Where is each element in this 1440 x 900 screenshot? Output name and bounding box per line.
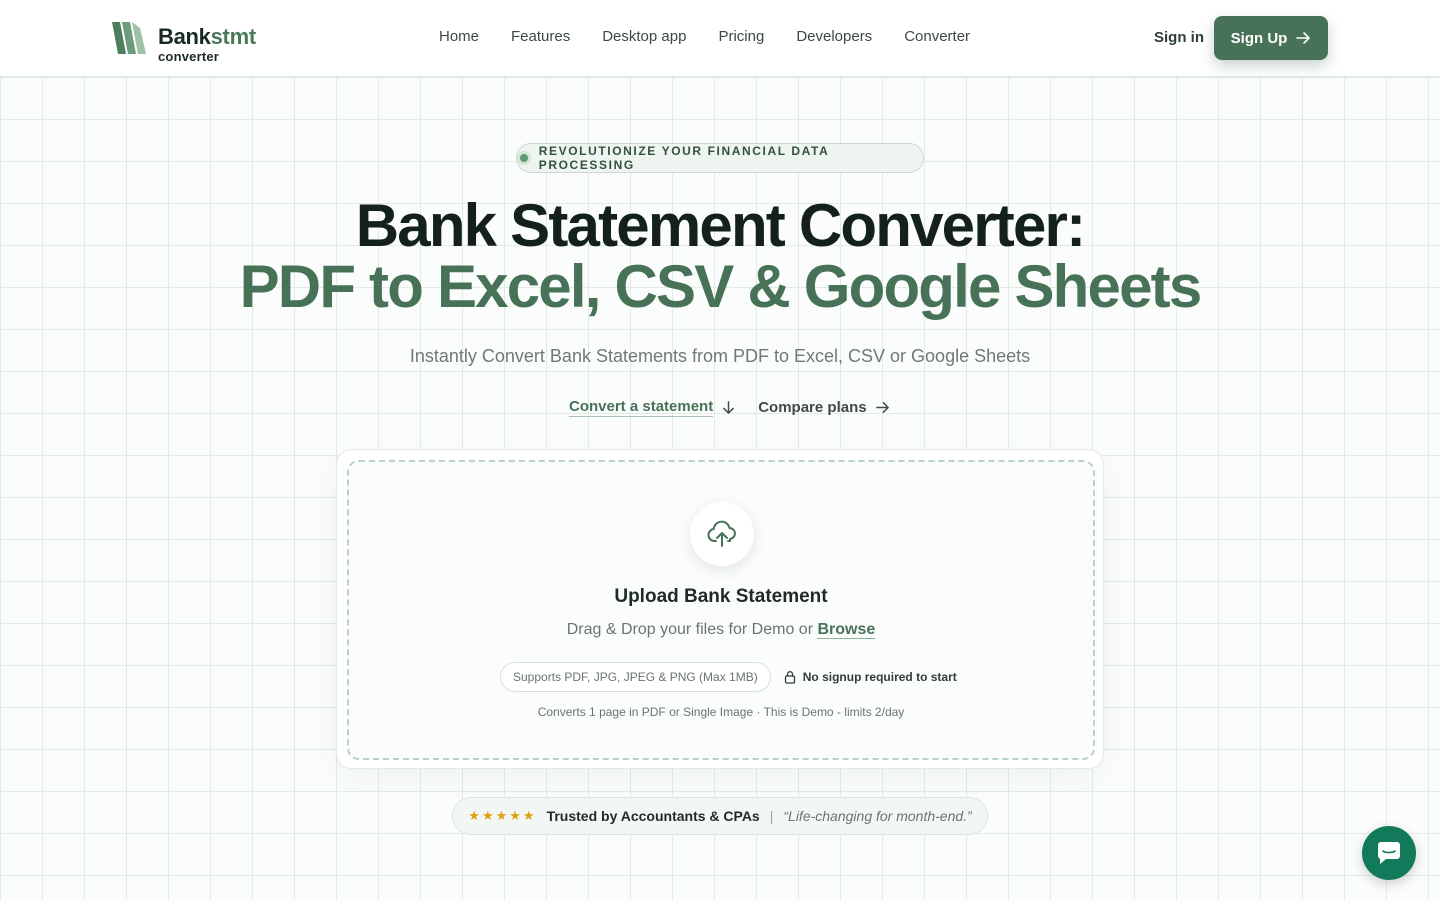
logo-wordmark: Bankstmt: [158, 24, 256, 49]
upload-info-row: Supports PDF, JPG, JPEG & PNG (Max 1MB) …: [500, 662, 957, 692]
trust-separator: |: [769, 808, 774, 824]
trust-bar: ★★★★★ Trusted by Accountants & CPAs | “L…: [452, 797, 988, 835]
rating-stars-icon: ★★★★★: [468, 808, 537, 823]
nav-developers[interactable]: Developers: [796, 28, 872, 45]
supported-formats-pill: Supports PDF, JPG, JPEG & PNG (Max 1MB): [500, 662, 771, 692]
no-signup-text: No signup required to start: [802, 670, 957, 684]
compare-plans-link[interactable]: Compare plans: [758, 399, 889, 416]
hero-cta-row: Convert a statement Compare plans: [569, 398, 890, 417]
convert-statement-label: Convert a statement: [569, 398, 714, 417]
hero-subtitle: Instantly Convert Bank Statements from P…: [409, 346, 1031, 366]
no-signup-notice: No signup required to start: [783, 670, 957, 684]
logo-icon: [112, 22, 146, 54]
trust-title: Trusted by Accountants & CPAs: [546, 808, 760, 824]
sign-up-label: Sign Up: [1230, 29, 1288, 47]
sign-in-link[interactable]: Sign in: [1154, 29, 1204, 46]
upload-prompt-text: Drag & Drop your files for Demo or: [566, 621, 814, 638]
compare-plans-label: Compare plans: [758, 399, 867, 416]
cloud-upload-icon: [707, 520, 736, 547]
upload-prompt: Drag & Drop your files for Demo or Brows…: [349, 621, 1093, 639]
chat-widget-button[interactable]: [1362, 826, 1416, 880]
page-title: Bank Statement Converter:: [355, 192, 1086, 259]
logo-text: Bankstmt converter: [158, 20, 256, 64]
arrow-right-icon: [875, 402, 889, 413]
brand-logo[interactable]: Bankstmt converter: [112, 20, 256, 64]
lock-icon: [784, 671, 795, 684]
badge-dot-icon: [517, 151, 531, 165]
hero-badge: REVOLUTIONIZE YOUR FINANCIAL DATA PROCES…: [516, 143, 924, 173]
logo-tagline: converter: [158, 49, 220, 64]
browse-link[interactable]: Browse: [817, 621, 876, 639]
upload-icon-button[interactable]: [690, 502, 754, 566]
main-nav: Home Features Desktop app Pricing Develo…: [439, 28, 970, 45]
nav-features[interactable]: Features: [511, 28, 570, 45]
arrow-right-icon: [1296, 32, 1311, 44]
convert-statement-link[interactable]: Convert a statement: [569, 398, 736, 417]
badge-text: REVOLUTIONIZE YOUR FINANCIAL DATA PROCES…: [538, 144, 829, 172]
nav-desktop-app[interactable]: Desktop app: [602, 28, 686, 45]
nav-home[interactable]: Home: [439, 28, 479, 45]
upload-card: Upload Bank Statement Drag & Drop your f…: [336, 449, 1104, 769]
sign-up-button[interactable]: Sign Up: [1214, 16, 1328, 60]
demo-limit-note: Converts 1 page in PDF or Single Image ·…: [537, 705, 905, 719]
trust-quote: “Life-changing for month-end.”: [783, 808, 972, 824]
arrow-down-icon: [723, 401, 735, 414]
nav-pricing[interactable]: Pricing: [718, 28, 764, 45]
site-header: Bankstmt converter Home Features Desktop…: [0, 0, 1440, 77]
upload-title: Upload Bank Statement: [614, 586, 828, 607]
nav-converter[interactable]: Converter: [904, 28, 970, 45]
page-title-highlight: PDF to Excel, CSV & Google Sheets: [239, 253, 1203, 320]
chat-icon: [1378, 842, 1400, 864]
upload-dropzone[interactable]: Upload Bank Statement Drag & Drop your f…: [347, 460, 1095, 760]
